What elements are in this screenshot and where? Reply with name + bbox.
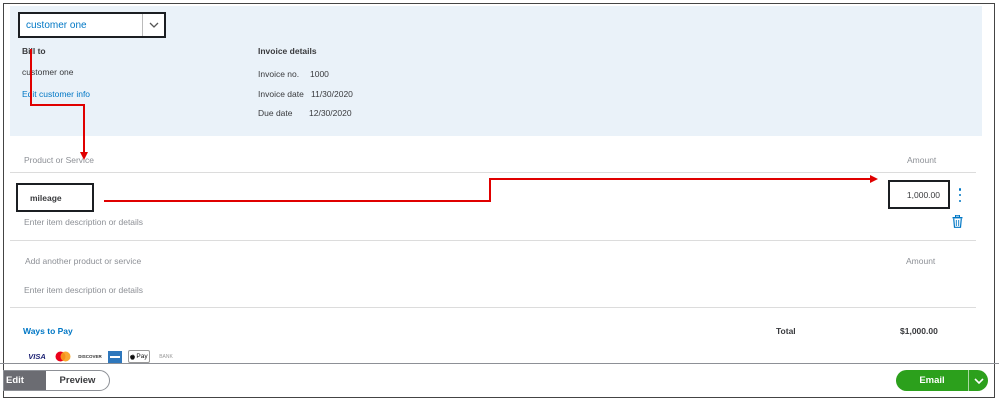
ways-to-pay-link[interactable]: Ways to Pay — [23, 326, 73, 336]
column-header-amount: Amount — [907, 155, 937, 165]
email-button-label[interactable]: Email — [896, 370, 968, 391]
visa-icon: VISA — [28, 352, 46, 361]
mastercard-icon — [53, 350, 73, 363]
email-button[interactable]: Email — [896, 370, 988, 391]
line-item-product-field[interactable]: mileage — [16, 183, 94, 212]
line-item-description-field[interactable]: Enter item description or details — [24, 217, 143, 227]
invoice-no-label: Invoice no. — [258, 69, 300, 79]
header-divider — [10, 172, 976, 173]
invoice-date-value[interactable]: 11/30/2020 — [311, 89, 353, 99]
preview-tab[interactable]: Preview — [46, 371, 109, 390]
bank-icon: BANK — [159, 353, 173, 360]
due-date-label: Due date — [258, 108, 293, 118]
customer-select-value: customer one — [26, 19, 87, 31]
total-value: $1,000.00 — [900, 326, 938, 336]
more-options-icon[interactable] — [958, 188, 962, 202]
bill-to-heading: Bill to — [22, 46, 46, 56]
apple-pay-label: Pay — [136, 353, 148, 360]
payment-methods: VISA DISCOVER Pay BANK — [26, 350, 177, 363]
invoice-no-value[interactable]: 1000 — [310, 69, 329, 79]
customer-select[interactable]: customer one — [18, 12, 166, 38]
invoice-date-label: Invoice date — [258, 89, 304, 99]
chevron-down-icon[interactable] — [142, 14, 164, 36]
add-description-field[interactable]: Enter item description or details — [24, 285, 143, 295]
edit-tab[interactable]: Edit — [4, 371, 46, 390]
bill-to-name: customer one — [22, 67, 74, 77]
column-header-product: Product or Service — [24, 155, 94, 165]
invoice-details-heading: Invoice details — [258, 46, 317, 56]
due-date-value[interactable]: 12/30/2020 — [309, 108, 352, 118]
add-product-field[interactable]: Add another product or service — [25, 256, 141, 266]
discover-icon: DISCOVER — [78, 354, 102, 359]
total-label: Total — [776, 326, 796, 336]
items-bottom-divider — [10, 307, 976, 308]
apple-pay-icon: Pay — [128, 350, 150, 363]
line-item-amount-field[interactable]: 1,000.00 — [888, 180, 950, 209]
add-amount-field[interactable]: Amount — [906, 256, 935, 266]
trash-icon[interactable] — [952, 214, 963, 230]
amex-icon — [107, 350, 123, 363]
edit-customer-info-link[interactable]: Edit customer info — [22, 89, 90, 99]
action-bar-divider — [0, 363, 999, 364]
edit-preview-toggle[interactable]: Edit Preview — [3, 370, 110, 391]
item-divider — [10, 240, 976, 241]
chevron-down-icon[interactable] — [968, 370, 988, 391]
invoice-window: customer one Bill to customer one Edit c… — [3, 3, 995, 398]
